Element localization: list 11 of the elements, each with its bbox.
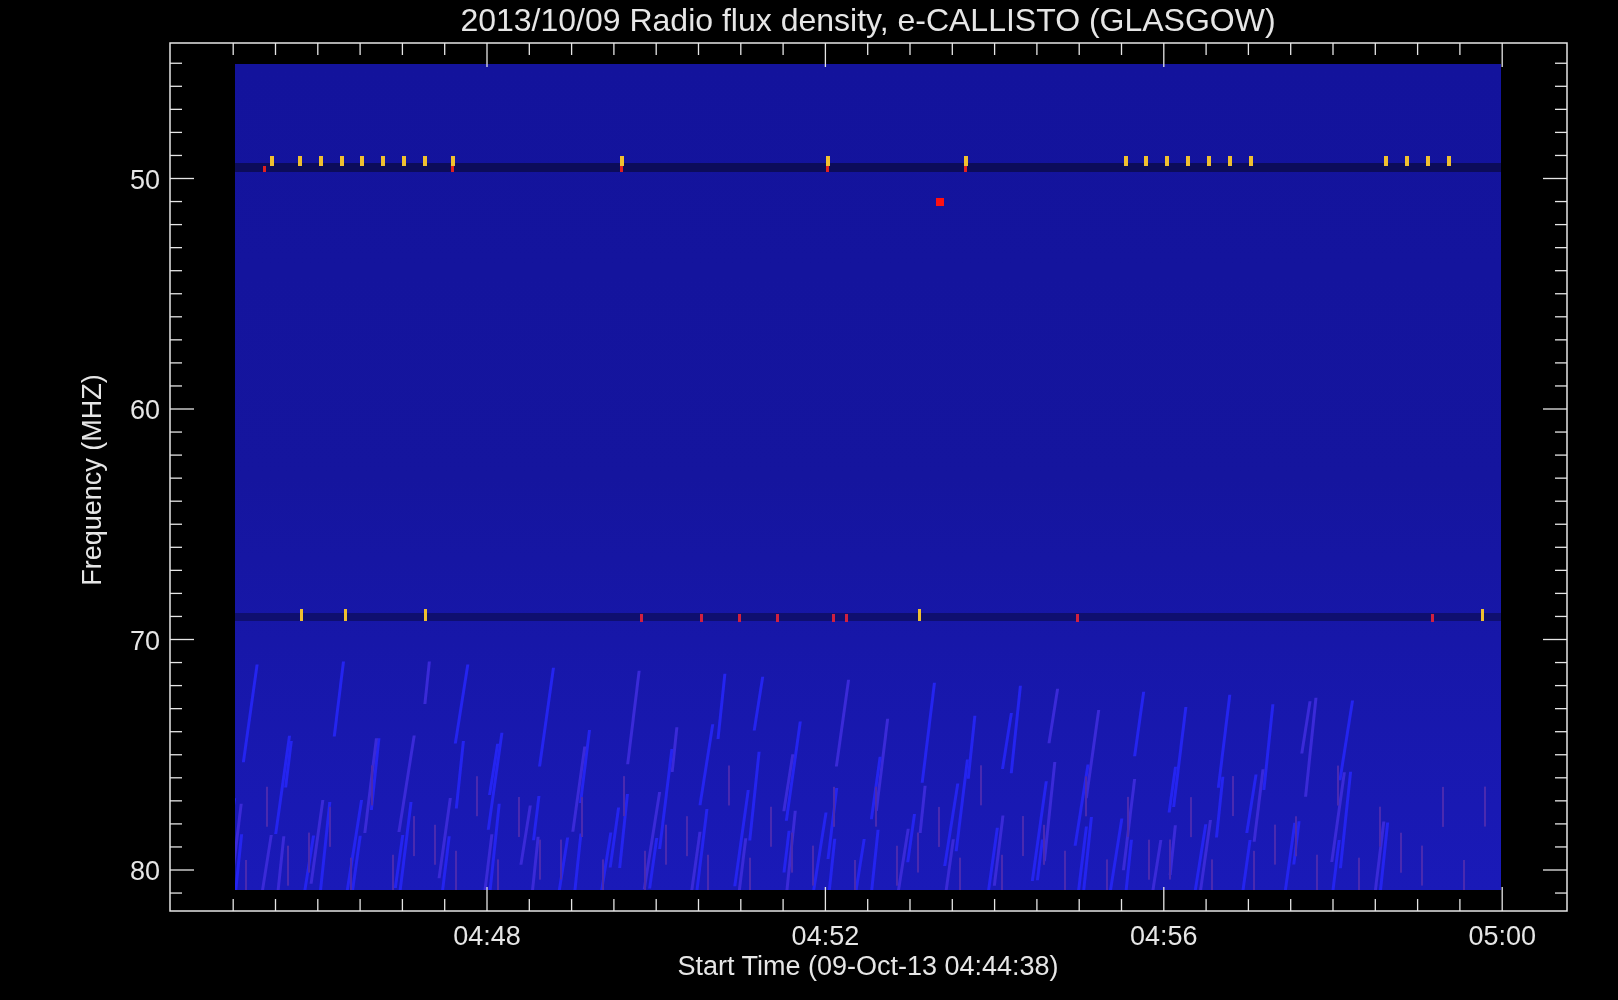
- x-tick-label: 04:56: [1130, 921, 1198, 951]
- y-tick-label: 50: [129, 164, 160, 195]
- x-axis-label: Start Time (09-Oct-13 04:44:38): [677, 951, 1059, 981]
- y-tick-label: 70: [129, 625, 160, 656]
- x-tick-label: 04:52: [791, 921, 860, 951]
- x-tick-label: 05:00: [1468, 921, 1536, 951]
- y-tick-label: 80: [129, 856, 160, 886]
- y-tick-label: 60: [129, 395, 160, 425]
- y-axis-label: Frequency (MHZ): [77, 374, 107, 586]
- x-tick-label: 04:48: [453, 921, 521, 951]
- chart-title: 2013/10/09 Radio flux density, e-CALLISTO (GLASGOW): [460, 2, 1276, 38]
